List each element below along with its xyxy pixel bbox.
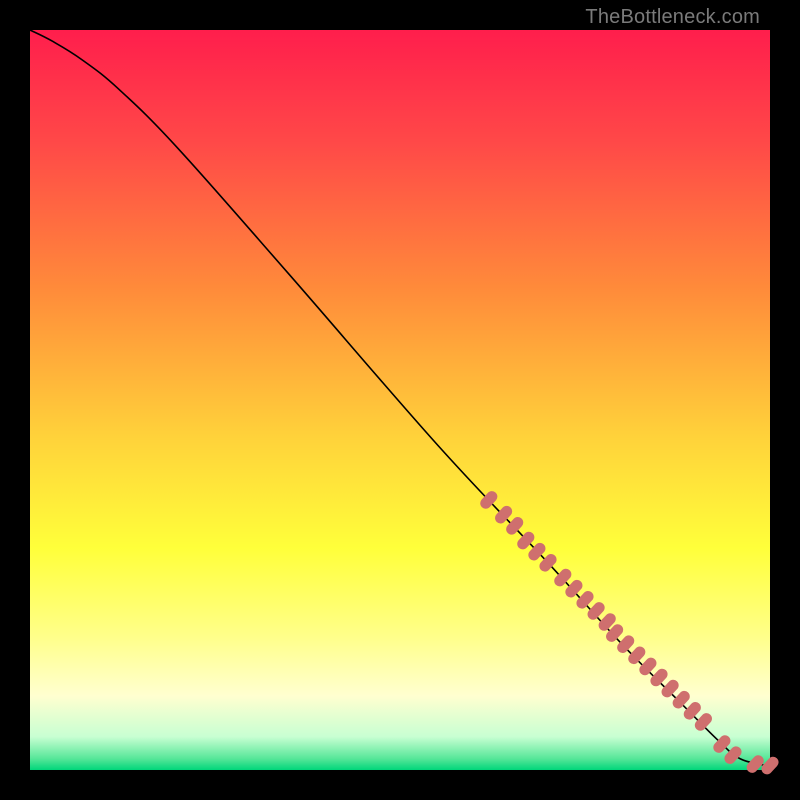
- chart-svg: [30, 30, 770, 770]
- chart-root: TheBottleneck.com: [0, 0, 800, 800]
- plot-area: [30, 30, 770, 770]
- watermark-text: TheBottleneck.com: [585, 6, 760, 29]
- gradient-background: [30, 30, 770, 770]
